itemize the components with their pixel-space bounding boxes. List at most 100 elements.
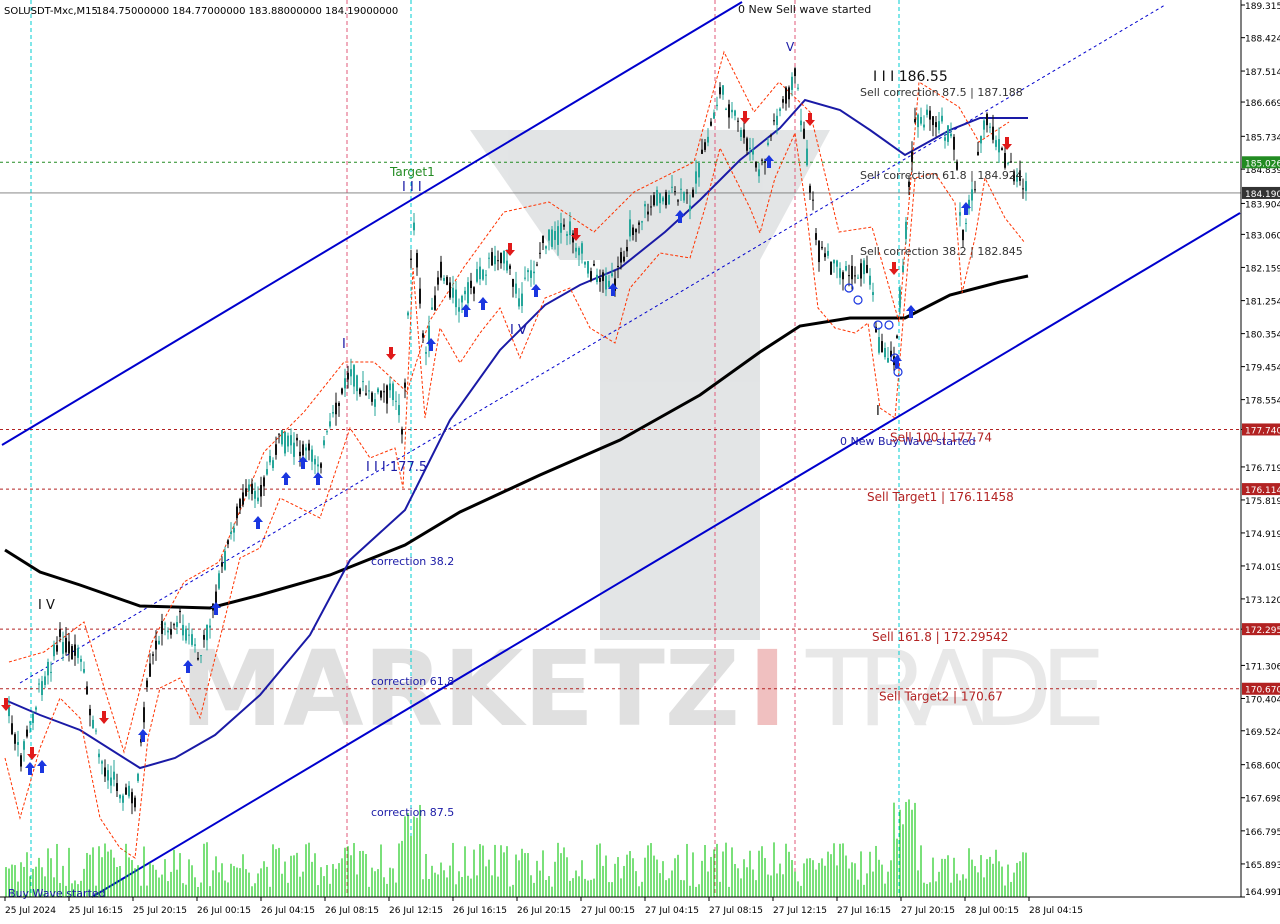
candle-body[interactable] — [599, 277, 601, 282]
candle-body[interactable] — [845, 266, 847, 271]
candle-body[interactable] — [482, 269, 484, 280]
candle-body[interactable] — [626, 247, 628, 252]
candle-body[interactable] — [266, 469, 268, 475]
candle-body[interactable] — [530, 270, 532, 278]
candle-body[interactable] — [395, 400, 397, 402]
candle-body[interactable] — [935, 122, 937, 128]
candle-body[interactable] — [524, 277, 526, 279]
candle-body[interactable] — [818, 240, 820, 263]
candle-body[interactable] — [857, 277, 859, 279]
candle-body[interactable] — [1001, 148, 1003, 150]
candle-body[interactable] — [293, 442, 295, 457]
candle-body[interactable] — [536, 264, 538, 266]
candle-body[interactable] — [206, 624, 208, 641]
candle-body[interactable] — [932, 116, 934, 126]
candle-body[interactable] — [335, 402, 337, 415]
candle-body[interactable] — [248, 484, 250, 491]
candle-body[interactable] — [782, 99, 784, 103]
candle-body[interactable] — [965, 223, 967, 225]
candle-body[interactable] — [728, 104, 730, 118]
candle-body[interactable] — [383, 391, 385, 393]
candle-body[interactable] — [671, 186, 673, 188]
candle-body[interactable] — [284, 431, 286, 454]
candle-body[interactable] — [905, 221, 907, 239]
candle-body[interactable] — [971, 189, 973, 201]
candle-body[interactable] — [701, 149, 703, 154]
candle-body[interactable] — [611, 273, 613, 277]
candle-body[interactable] — [692, 189, 694, 197]
candle-body[interactable] — [557, 226, 559, 245]
candle-body[interactable] — [827, 250, 829, 256]
candle-body[interactable] — [998, 139, 1000, 153]
candle-body[interactable] — [923, 124, 925, 128]
price-chart[interactable]: MARKETZ I TRADE0 New Sell wave startedVI I… — [0, 0, 1280, 920]
candle-body[interactable] — [356, 375, 358, 392]
candle-body[interactable] — [437, 277, 439, 285]
candle-body[interactable] — [521, 293, 523, 307]
candle-body[interactable] — [362, 381, 364, 383]
candle-body[interactable] — [188, 634, 190, 636]
candle-body[interactable] — [137, 773, 139, 781]
candle-body[interactable] — [929, 110, 931, 120]
candle-body[interactable] — [257, 497, 259, 502]
candle-body[interactable] — [869, 275, 871, 285]
candle-body[interactable] — [290, 435, 292, 446]
candle-body[interactable] — [275, 444, 277, 455]
candle-body[interactable] — [974, 189, 976, 191]
candle-body[interactable] — [773, 120, 775, 122]
candle-body[interactable] — [623, 256, 625, 262]
candle-body[interactable] — [797, 87, 799, 89]
candle-body[interactable] — [689, 205, 691, 211]
candle-body[interactable] — [878, 337, 880, 353]
candle-body[interactable] — [740, 130, 742, 137]
candle-body[interactable] — [983, 120, 985, 130]
candle-body[interactable] — [554, 231, 556, 240]
candle-body[interactable] — [851, 265, 853, 280]
candle-body[interactable] — [677, 200, 679, 202]
candle-body[interactable] — [908, 181, 910, 187]
candle-body[interactable] — [734, 110, 736, 116]
candle-body[interactable] — [314, 458, 316, 465]
candle-body[interactable] — [95, 730, 97, 732]
candle-body[interactable] — [899, 289, 901, 308]
candle-body[interactable] — [26, 729, 28, 737]
candle-body[interactable] — [377, 388, 379, 393]
candle-body[interactable] — [938, 121, 940, 131]
candle-body[interactable] — [164, 623, 166, 625]
candle-body[interactable] — [716, 104, 718, 107]
candle-body[interactable] — [563, 224, 565, 227]
candle-body[interactable] — [20, 755, 22, 767]
candle-body[interactable] — [341, 388, 343, 394]
candle-body[interactable] — [200, 655, 202, 657]
candle-body[interactable] — [605, 275, 607, 290]
candle-body[interactable] — [755, 161, 757, 168]
candle-body[interactable] — [326, 431, 328, 433]
candle-body[interactable] — [380, 390, 382, 398]
candle-body[interactable] — [392, 383, 394, 401]
candle-body[interactable] — [914, 119, 916, 123]
candle-body[interactable] — [131, 792, 133, 804]
candle-body[interactable] — [632, 227, 634, 236]
candle-body[interactable] — [917, 114, 919, 128]
candle-body[interactable] — [602, 272, 604, 282]
candle-body[interactable] — [236, 506, 238, 519]
candle-body[interactable] — [254, 490, 256, 499]
candle-body[interactable] — [584, 261, 586, 265]
candle-body[interactable] — [83, 669, 85, 673]
candle-body[interactable] — [527, 270, 529, 273]
candle-body[interactable] — [398, 405, 400, 416]
candle-body[interactable] — [629, 219, 631, 237]
candle-body[interactable] — [668, 195, 670, 205]
candle-body[interactable] — [407, 312, 409, 316]
candle-body[interactable] — [404, 382, 406, 388]
candle-body[interactable] — [770, 135, 772, 137]
candle-body[interactable] — [323, 440, 325, 446]
candle-body[interactable] — [227, 540, 229, 545]
candle-body[interactable] — [962, 229, 964, 241]
candle-body[interactable] — [158, 640, 160, 644]
candle-body[interactable] — [368, 390, 370, 392]
candle-body[interactable] — [224, 550, 226, 570]
candle-body[interactable] — [113, 771, 115, 780]
candle-body[interactable] — [902, 265, 904, 273]
candle-body[interactable] — [38, 683, 40, 685]
